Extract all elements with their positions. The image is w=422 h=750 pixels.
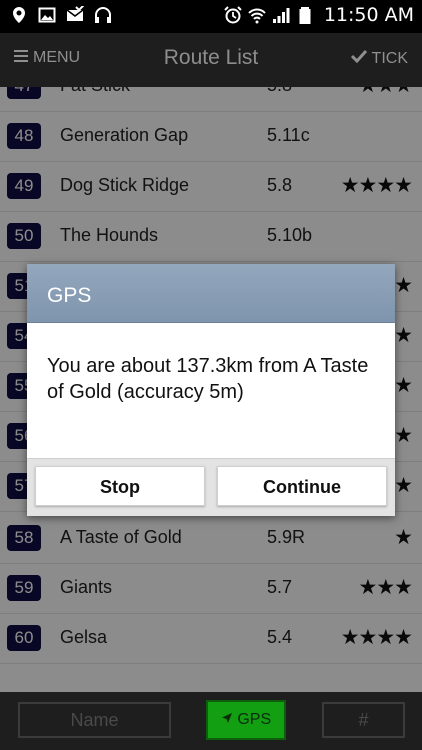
name-search-input[interactable]: Name — [18, 702, 171, 738]
signal-icon — [272, 6, 290, 24]
gps-button[interactable]: GPS — [206, 700, 286, 740]
location-icon — [10, 6, 28, 24]
bottom-bar: Name GPS # — [0, 692, 422, 750]
alarm-icon — [224, 6, 242, 24]
stop-button[interactable]: Stop — [35, 466, 205, 506]
continue-button[interactable]: Continue — [217, 466, 387, 506]
navigation-arrow-icon — [221, 711, 237, 728]
tick-button[interactable]: TICK — [350, 49, 408, 68]
status-bar: 11:50 AM — [0, 0, 422, 33]
gps-dialog: GPS You are about 137.3km from A Taste o… — [27, 264, 395, 516]
gps-label: GPS — [237, 711, 272, 728]
notification-icons — [10, 4, 112, 24]
checkmark-icon — [350, 49, 367, 68]
tick-label: TICK — [371, 49, 408, 67]
dialog-title: GPS — [27, 264, 395, 323]
headphones-icon — [94, 6, 112, 24]
battery-icon — [296, 6, 314, 24]
dialog-message: You are about 137.3km from A Taste of Go… — [47, 355, 369, 403]
mail-icon — [66, 4, 85, 24]
image-icon — [38, 6, 56, 24]
app-bar: MENU Route List TICK — [0, 33, 422, 87]
number-search-input[interactable]: # — [322, 702, 405, 738]
wifi-icon — [248, 6, 266, 24]
dialog-buttons: Stop Continue — [27, 458, 395, 516]
system-icons: 11:50 AM — [224, 4, 414, 26]
clock-time: 11:50 AM — [323, 4, 414, 26]
